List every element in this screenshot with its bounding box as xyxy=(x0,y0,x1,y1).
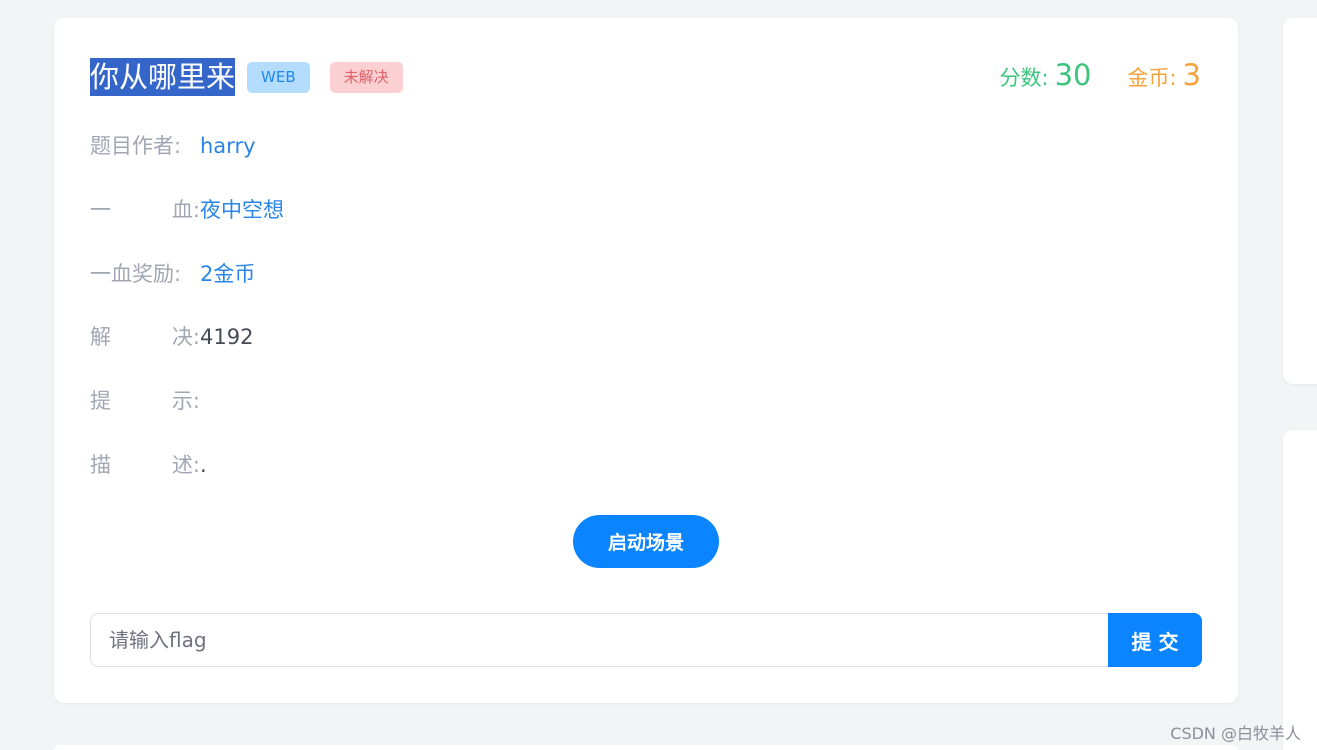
challenge-card: 你从哪里来 WEB 未解决 分数: 30 金币: 3 题目作者: harry 一… xyxy=(54,18,1238,703)
author-label-text: 题目作者: xyxy=(90,134,182,158)
author-value[interactable]: harry xyxy=(200,131,256,161)
first-blood-reward-value: 2金币 xyxy=(200,262,256,286)
author-label: 题目作者: xyxy=(90,131,200,161)
first-blood-reward-row: 一血奖励: 2金币 xyxy=(90,259,255,289)
description-label-b: 述: xyxy=(171,453,200,477)
coin-label: 金币: xyxy=(1127,66,1177,90)
challenge-title: 你从哪里来 xyxy=(90,58,236,96)
watermark: CSDN @白牧羊人 xyxy=(1170,724,1301,743)
coin-value: 3 xyxy=(1182,58,1201,92)
first-blood-value[interactable]: 夜中空想 xyxy=(200,195,284,225)
status-tag: 未解决 xyxy=(329,61,403,93)
solves-label-a: 解 xyxy=(90,325,111,349)
solves-label-b: 决: xyxy=(171,325,200,349)
first-blood-reward-label: 一血奖励: xyxy=(90,259,200,289)
next-card-edge xyxy=(54,745,1238,750)
description-label-a: 描 xyxy=(90,453,111,477)
hint-label-b: 示: xyxy=(171,389,200,413)
hint-label-a: 提 xyxy=(90,389,111,413)
category-tag: WEB xyxy=(247,61,310,93)
description-row: 描 述: . xyxy=(90,450,207,480)
solves-row: 解 决: 4192 xyxy=(90,322,253,352)
solves-label: 解 决: xyxy=(90,322,200,352)
score-value: 30 xyxy=(1054,58,1092,92)
first-blood-row: 一 血: 夜中空想 xyxy=(90,195,284,225)
description-label: 描 述: xyxy=(90,450,200,480)
launch-scene-button[interactable]: 启动场景 xyxy=(573,515,719,568)
score-label: 分数: xyxy=(999,66,1049,90)
first-blood-reward-label-text: 一血奖励: xyxy=(90,262,182,286)
submit-button[interactable]: 提 交 xyxy=(1108,613,1202,667)
side-panel-bottom xyxy=(1283,430,1317,750)
flag-input[interactable] xyxy=(90,613,1108,667)
side-panel-top xyxy=(1283,18,1317,384)
hint-label: 提 示: xyxy=(90,386,200,416)
title-row: 你从哪里来 WEB 未解决 xyxy=(90,58,403,96)
first-blood-label: 一 血: xyxy=(90,195,200,225)
flag-submit-row: 提 交 xyxy=(90,613,1202,667)
description-value: . xyxy=(200,453,207,477)
page: 你从哪里来 WEB 未解决 分数: 30 金币: 3 题目作者: harry 一… xyxy=(0,0,1317,750)
solves-value: 4192 xyxy=(200,325,254,349)
first-blood-label-b: 血: xyxy=(171,198,200,222)
score-area: 分数: 30 金币: 3 xyxy=(999,58,1201,92)
hint-row: 提 示: xyxy=(90,386,200,416)
author-row: 题目作者: harry xyxy=(90,131,256,161)
first-blood-label-a: 一 xyxy=(90,198,111,222)
